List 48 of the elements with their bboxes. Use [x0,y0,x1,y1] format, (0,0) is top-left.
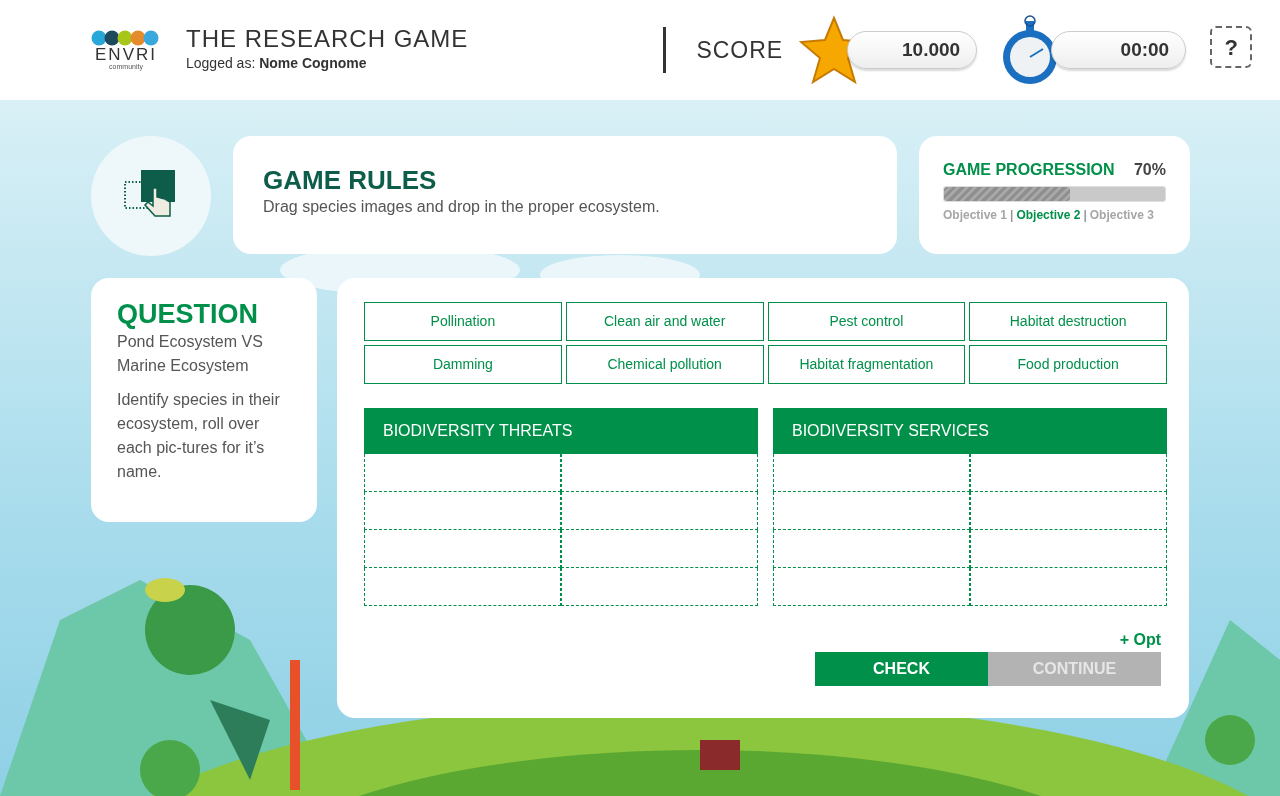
draggable-tile[interactable]: Clean air and water [565,302,764,341]
logged-user-text: Logged as: Nome Cognome [186,53,368,73]
rules-title: GAME RULES [263,166,438,195]
draggable-tile[interactable]: Pest control [767,302,966,341]
drop-zone[interactable] [561,492,758,530]
drop-zone[interactable] [364,568,561,606]
drop-zone[interactable] [773,568,970,606]
drop-zone[interactable] [970,568,1167,606]
game-title: THE RESEARCH GAME [186,26,469,53]
drop-zone[interactable] [773,492,970,530]
drop-zone[interactable] [970,492,1167,530]
draggable-tile[interactable]: Habitat fragmentation [767,345,966,384]
objective-label: Objective 3 [1089,207,1154,224]
timer-value: 00:00 [1051,31,1187,69]
drop-zone[interactable] [773,530,970,568]
progression-percent: 70% [1133,160,1166,180]
category-header: BIODIVERSITY THREATS [364,408,758,454]
logo-circles-icon [91,30,161,46]
score-value: 10.000 [847,31,978,69]
progression-title: GAME PROGRESSION [943,160,1115,180]
drop-zone[interactable] [364,454,561,492]
draggable-tile[interactable]: Food production [969,345,1167,384]
help-button[interactable]: ? [1210,26,1253,68]
drop-zone[interactable] [364,492,561,530]
draggable-tile[interactable]: Damming [364,345,562,384]
category-header: BIODIVERSITY SERVICES [773,408,1167,454]
draggable-tile[interactable]: Pollination [364,302,562,341]
draggable-tile[interactable]: Habitat destruction [969,302,1167,341]
drop-zone[interactable] [773,454,970,492]
question-subtitle: Pond Ecosystem VS Marine Ecosystem [117,332,264,377]
score-label: SCORE [696,35,784,65]
logo-text: ENVRI [95,46,157,63]
check-button[interactable]: CHECK [815,652,988,686]
drop-zone[interactable] [970,454,1167,492]
bonus-text: + Opt [1118,630,1162,650]
question-title: QUESTION [117,298,259,331]
drop-zone[interactable] [561,568,758,606]
drop-zone[interactable] [561,454,758,492]
separator-text: | [1010,207,1014,224]
drop-zone[interactable] [364,530,561,568]
separator-text: | [1083,207,1087,224]
question-text: Identify species in their ecosystem, roll over each pic-tures for it’s name. [117,390,281,483]
objective-label: Objective 2 [1016,207,1081,224]
drop-zone[interactable] [561,530,758,568]
draggable-tile[interactable]: Chemical pollution [565,345,764,384]
objective-label: Objective 1 [943,207,1008,224]
drop-zone[interactable] [970,530,1167,568]
rules-text: Drag species images and drop in the proper ecosystem. [263,196,661,217]
